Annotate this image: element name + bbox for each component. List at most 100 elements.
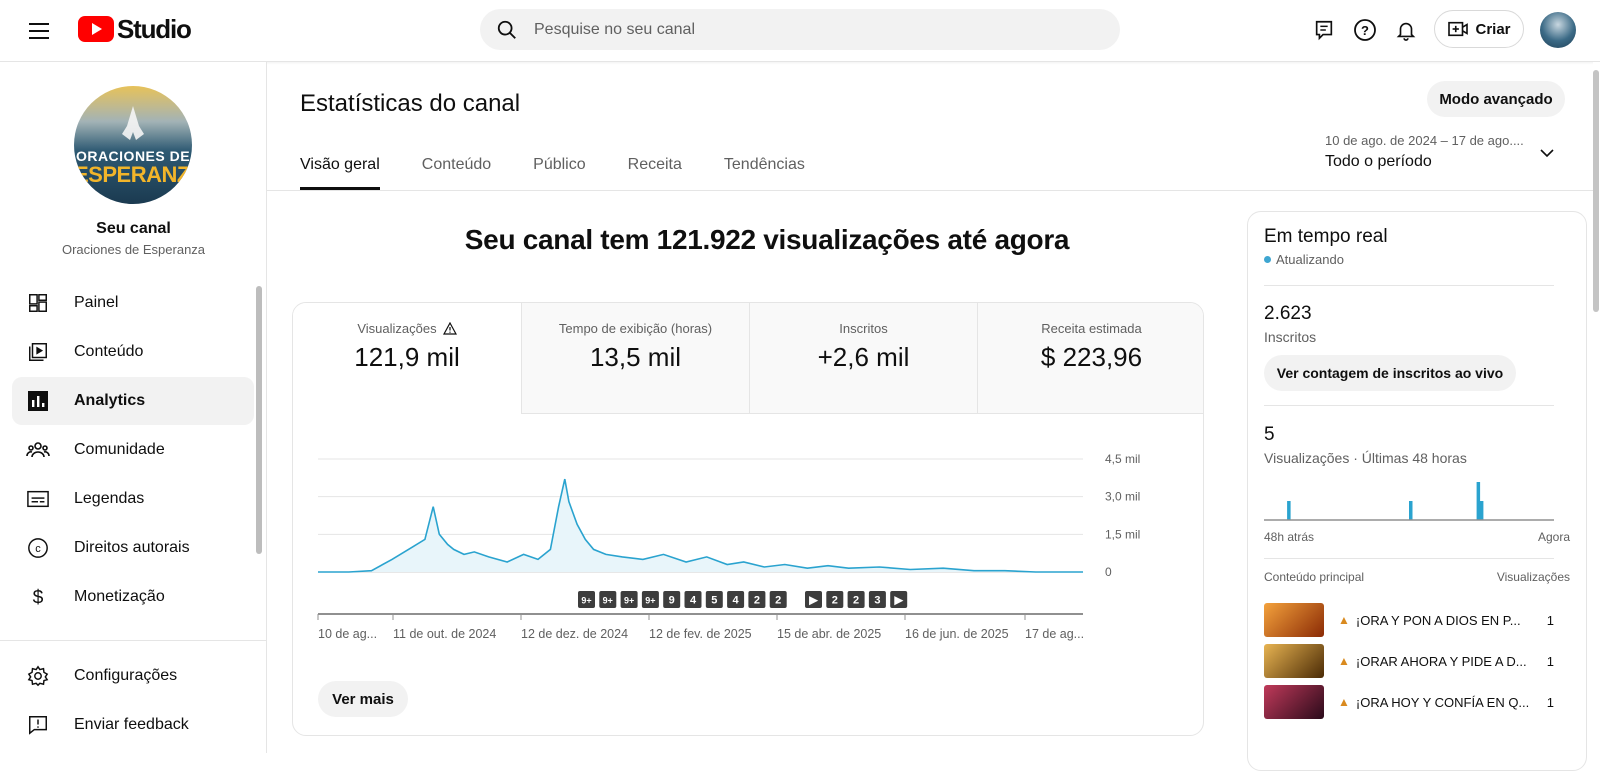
x-tick-label: 11 de out. de 2024 [393,627,496,641]
tab-receita[interactable]: Receita [628,154,682,190]
metric-label: Inscritos [750,321,977,336]
page-title: Estatísticas do canal [300,90,520,118]
channel-avatar[interactable]: ORACIONES DE ESPERANZA [74,86,192,204]
video-thumbnail [1264,685,1324,719]
sidebar-item-comunidade[interactable]: Comunidade [12,426,254,474]
sidebar-item-conteudo[interactable]: Conteúdo [12,328,254,376]
page-scrollbar-thumb[interactable] [1593,70,1599,312]
tab-publico[interactable]: Público [533,154,585,190]
y-tick-label: 1,5 mil [1105,527,1140,541]
sidebar-item-label: Legendas [74,490,144,508]
sidebar-item-label: Direitos autorais [74,539,190,557]
metric-revenue[interactable]: Receita estimada $ 223,96 [977,303,1204,414]
sidebar-item-analytics[interactable]: Analytics [12,377,254,425]
praying-hands-icon [118,104,148,144]
metric-value: +2,6 mil [750,342,977,373]
annotation-label: 5 [711,595,717,607]
views-headline: Seu canal tem 121.922 visualizações até … [287,224,1247,256]
advanced-mode-button[interactable]: Modo avançado [1427,81,1565,117]
annotation-label: 9+ [603,596,613,606]
metric-label: Receita estimada [978,321,1204,336]
annotation-label: 2 [754,595,760,607]
tab-tendencias[interactable]: Tendências [724,154,805,190]
sidebar-item-enviar-feedback[interactable]: Enviar feedback [12,701,254,749]
help-icon[interactable]: ? [1351,16,1379,44]
metric-value: 121,9 mil [293,342,521,373]
realtime-views-label: Visualizações · Últimas 48 horas [1264,450,1467,466]
realtime-status: Atualizando [1276,252,1344,267]
feedback-icon [26,713,50,737]
page-scrollbar[interactable] [1593,62,1600,753]
views-chart[interactable]: 4,5 mil3,0 mil1,5 mil09+9+9+9+945422▶223… [293,414,1204,664]
sidebar-item-direitos-autorais[interactable]: c Direitos autorais [12,524,254,572]
sidebar-item-label: Configurações [74,667,177,685]
video-title: ¡ORA HOY Y CONFÍA EN Q... [1356,695,1546,710]
metric-label: Visualizações [357,321,436,336]
live-subscriber-count-button[interactable]: Ver contagem de inscritos ao vivo [1264,355,1516,391]
copyright-icon: c [26,536,50,560]
logo-text: Studio [117,14,191,45]
realtime-title: Em tempo real [1264,226,1388,248]
sidebar-item-configuracoes[interactable]: Configurações [12,652,254,700]
realtime-views-chart[interactable] [1264,476,1554,522]
sidebar-item-label: Monetização [74,588,165,606]
create-button[interactable]: Criar [1434,10,1524,48]
x-tick-label: 16 de jun. de 2025 [905,627,1009,641]
sidebar-item-monetizacao[interactable]: $ Monetização [12,573,254,621]
sidebar-divider [0,640,267,641]
annotation-label: 9+ [645,596,655,606]
realtime-bar [1409,501,1413,520]
sidebar-item-legendas[interactable]: Legendas [12,475,254,523]
praying-hands-icon: ▲ [1338,613,1350,627]
metric-subscribers[interactable]: Inscritos +2,6 mil [749,303,977,414]
subtitles-icon [26,487,50,511]
realtime-bar [1477,482,1481,520]
monetization-icon: $ [26,585,50,609]
realtime-subscribers-label: Inscritos [1264,329,1316,345]
sidebar-scrollbar[interactable] [256,286,262,554]
notifications-bell-icon[interactable] [1392,16,1420,44]
sidebar: ORACIONES DE ESPERANZA Seu canal Oracion… [0,62,267,753]
annotation-label: 2 [775,595,781,607]
comment-icon[interactable] [1310,16,1338,44]
top-content-row[interactable]: ▲ ¡ORA Y PON A DIOS EN P... 1 [1264,602,1554,638]
search-bar[interactable] [480,9,1120,50]
video-views: 1 [1547,695,1554,710]
annotation-label: 3 [874,595,880,607]
annotation-label: 9 [669,595,675,607]
period-text: Todo o período [1325,153,1575,171]
top-content-row[interactable]: ▲ ¡ORA HOY Y CONFÍA EN Q... 1 [1264,684,1554,720]
sidebar-item-label: Analytics [74,392,145,410]
svg-text:c: c [35,543,41,555]
y-tick-label: 0 [1105,565,1112,579]
search-input[interactable] [534,21,1074,39]
live-dot-icon [1264,256,1271,263]
sidebar-item-label: Conteúdo [74,343,143,361]
search-icon [496,19,518,41]
metric-value: $ 223,96 [978,342,1204,373]
sidebar-item-painel[interactable]: Painel [12,279,254,327]
sidebar-item-label: Comunidade [74,441,165,459]
see-more-button[interactable]: Ver mais [318,681,408,717]
metric-views[interactable]: Visualizações 121,9 mil [293,303,521,414]
top-content-label: Conteúdo principal [1264,570,1364,584]
top-content-row[interactable]: ▲ ¡ORAR AHORA Y PIDE A D... 1 [1264,643,1554,679]
svg-text:$: $ [33,587,44,608]
y-tick-label: 4,5 mil [1105,452,1140,466]
realtime-bar [1480,501,1484,520]
x-tick-label: 10 de ag... [318,627,377,641]
tab-conteudo[interactable]: Conteúdo [422,154,491,190]
hamburger-menu-icon[interactable] [22,16,56,46]
metric-watch-time[interactable]: Tempo de exibição (horas) 13,5 mil [521,303,749,414]
y-tick-label: 3,0 mil [1105,490,1140,504]
tab-visao-geral[interactable]: Visão geral [300,154,380,190]
divider [1264,285,1554,286]
account-avatar[interactable] [1540,12,1576,48]
date-range-selector[interactable]: 10 de ago. de 2024 – 17 de ago.... Todo … [1325,133,1575,171]
realtime-subscribers-value: 2.623 [1264,303,1312,325]
youtube-studio-logo[interactable]: Studio [78,14,191,44]
channel-title: Seu canal [0,220,267,238]
praying-hands-icon: ▲ [1338,654,1350,668]
annotation-label: 9+ [581,596,591,606]
dashboard-icon [26,291,50,315]
